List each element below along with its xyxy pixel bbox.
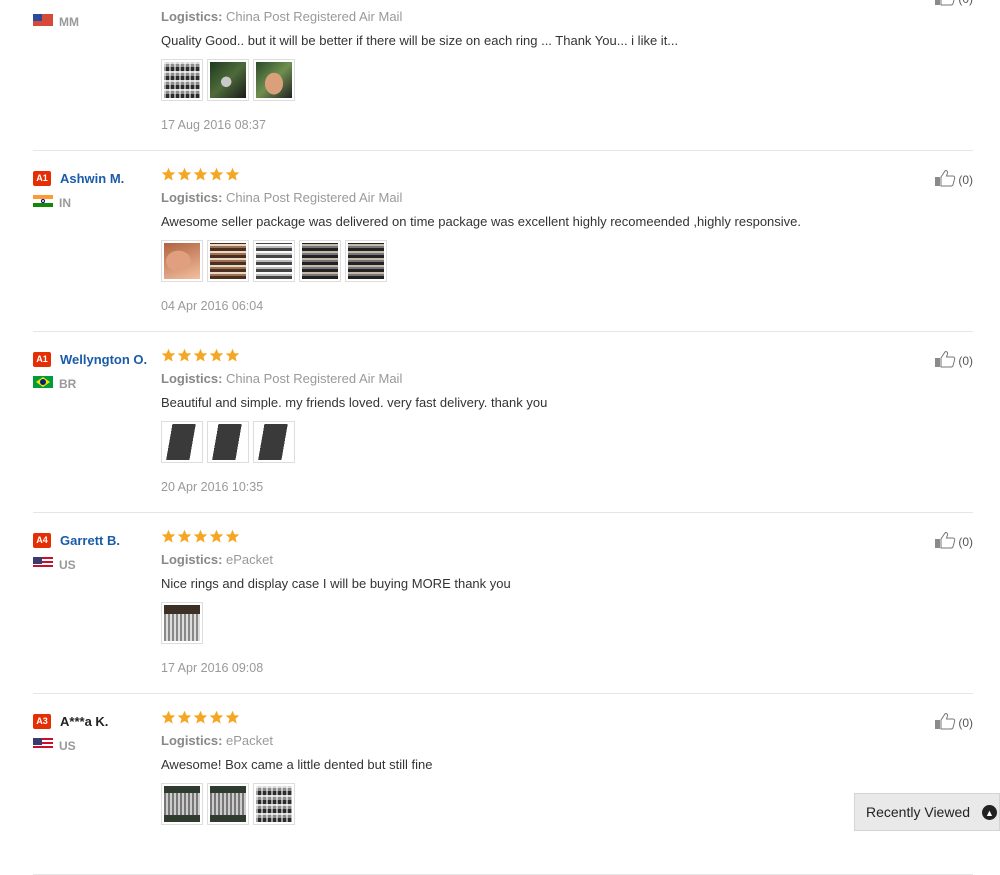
buyer-level-badge: A4 xyxy=(33,532,51,548)
reviewer-name[interactable]: Wellyngton O. xyxy=(60,352,147,367)
reviewer-info: A1 Ashwin M. IN xyxy=(33,169,158,210)
helpful-button[interactable]: (0) xyxy=(934,531,973,552)
thumbs-up-icon xyxy=(934,531,958,552)
review-photos xyxy=(161,602,893,647)
logistics-label: Logistics: xyxy=(161,552,223,567)
logistics-label: Logistics: xyxy=(161,9,223,24)
review-photos xyxy=(161,59,893,104)
reviewer-info: MM xyxy=(33,0,158,29)
review-text: Beautiful and simple. my friends loved. … xyxy=(161,395,548,410)
logistics-info: Logistics: China Post Registered Air Mai… xyxy=(161,190,893,205)
buyer-level-badge: A1 xyxy=(33,351,51,367)
country-flag-icon xyxy=(33,737,59,755)
thumbs-up-icon xyxy=(934,712,958,733)
reviewer-name: A***a K. xyxy=(60,713,109,729)
reviewer-country: BR xyxy=(59,377,77,391)
logistics-method: ePacket xyxy=(226,733,274,748)
country-flag-icon xyxy=(33,13,59,31)
review-photos xyxy=(161,421,893,466)
review-photo-thumbnail[interactable] xyxy=(161,783,203,825)
reviewer-country: US xyxy=(59,739,76,753)
review-item: MM Logistics: China Post Registered Air … xyxy=(33,0,973,151)
logistics-method: China Post Registered Air Mail xyxy=(226,190,403,205)
helpful-button[interactable]: (0) xyxy=(934,0,973,9)
review-text: Quality Good.. but it will be better if … xyxy=(161,33,679,48)
review-photo-thumbnail[interactable] xyxy=(207,421,249,463)
logistics-label: Logistics: xyxy=(161,371,223,386)
helpful-count: (0) xyxy=(958,0,973,6)
thumbs-up-icon xyxy=(934,0,958,9)
helpful-button[interactable]: (0) xyxy=(934,350,973,371)
review-photos xyxy=(161,783,893,828)
review-date: 20 Apr 2016 10:35 xyxy=(161,480,264,494)
helpful-button[interactable]: (0) xyxy=(934,169,973,190)
review-photo-thumbnail[interactable] xyxy=(161,240,203,282)
review-photo-thumbnail[interactable] xyxy=(207,240,249,282)
reviewer-country: MM xyxy=(59,15,79,29)
review-photo-thumbnail[interactable] xyxy=(207,783,249,825)
thumbs-up-icon xyxy=(934,169,958,190)
logistics-info: Logistics: China Post Registered Air Mai… xyxy=(161,9,893,24)
review-photo-thumbnail[interactable] xyxy=(253,421,295,463)
review-text: Awesome! Box came a little dented but st… xyxy=(161,757,433,772)
reviewer-info: A1 Wellyngton O. BR xyxy=(33,350,158,391)
review-photos xyxy=(161,240,893,285)
logistics-info: Logistics: ePacket xyxy=(161,733,893,748)
reviewer-name[interactable]: Ashwin M. xyxy=(60,171,124,186)
helpful-count: (0) xyxy=(958,172,973,187)
buyer-level-badge: A3 xyxy=(33,713,51,729)
review-photo-thumbnail[interactable] xyxy=(207,59,249,101)
logistics-info: Logistics: ePacket xyxy=(161,552,893,567)
review-photo-thumbnail[interactable] xyxy=(161,421,203,463)
review-photo-thumbnail[interactable] xyxy=(253,240,295,282)
review-item: A3 A***a K. US Logistics: ePacket Awesom… xyxy=(33,694,973,875)
logistics-method: China Post Registered Air Mail xyxy=(226,371,403,386)
country-flag-icon xyxy=(33,556,59,574)
review-date: 04 Apr 2016 06:04 xyxy=(161,299,264,313)
star-rating xyxy=(161,0,893,2)
recently-viewed-button[interactable]: Recently Viewed ▲ xyxy=(854,793,1000,831)
review-photo-thumbnail[interactable] xyxy=(161,59,203,101)
country-flag-icon xyxy=(33,375,59,393)
reviewer-country: US xyxy=(59,558,76,572)
review-photo-thumbnail[interactable] xyxy=(253,59,295,101)
review-item: A1 Wellyngton O. BR Logistics: China Pos… xyxy=(33,332,973,513)
logistics-info: Logistics: China Post Registered Air Mai… xyxy=(161,371,893,386)
country-flag-icon xyxy=(33,194,59,212)
logistics-label: Logistics: xyxy=(161,733,223,748)
review-item: A4 Garrett B. US Logistics: ePacket Nice… xyxy=(33,513,973,694)
logistics-method: China Post Registered Air Mail xyxy=(226,9,403,24)
review-photo-thumbnail[interactable] xyxy=(161,602,203,644)
buyer-level-badge: A1 xyxy=(33,170,51,186)
star-rating xyxy=(161,529,893,545)
star-rating xyxy=(161,710,893,726)
chevron-up-icon: ▲ xyxy=(982,805,997,820)
review-photo-thumbnail[interactable] xyxy=(299,240,341,282)
review-photo-thumbnail[interactable] xyxy=(253,783,295,825)
helpful-count: (0) xyxy=(958,715,973,730)
reviewer-country: IN xyxy=(59,196,71,210)
logistics-label: Logistics: xyxy=(161,190,223,205)
review-text: Nice rings and display case I will be bu… xyxy=(161,576,511,591)
thumbs-up-icon xyxy=(934,350,958,371)
reviewer-name[interactable]: Garrett B. xyxy=(60,533,120,548)
star-rating xyxy=(161,348,893,364)
review-date: 17 Aug 2016 08:37 xyxy=(161,118,266,132)
review-photo-thumbnail[interactable] xyxy=(345,240,387,282)
star-rating xyxy=(161,167,893,183)
review-text: Awesome seller package was delivered on … xyxy=(161,214,802,229)
helpful-count: (0) xyxy=(958,534,973,549)
helpful-count: (0) xyxy=(958,353,973,368)
reviewer-info: A3 A***a K. US xyxy=(33,712,158,753)
logistics-method: ePacket xyxy=(226,552,274,567)
review-item: A1 Ashwin M. IN Logistics: China Post Re… xyxy=(33,151,973,332)
reviewer-info: A4 Garrett B. US xyxy=(33,531,158,572)
review-date: 17 Apr 2016 09:08 xyxy=(161,661,264,675)
helpful-button[interactable]: (0) xyxy=(934,712,973,733)
recently-viewed-label: Recently Viewed xyxy=(866,804,971,820)
review-list: MM Logistics: China Post Registered Air … xyxy=(0,0,1000,875)
